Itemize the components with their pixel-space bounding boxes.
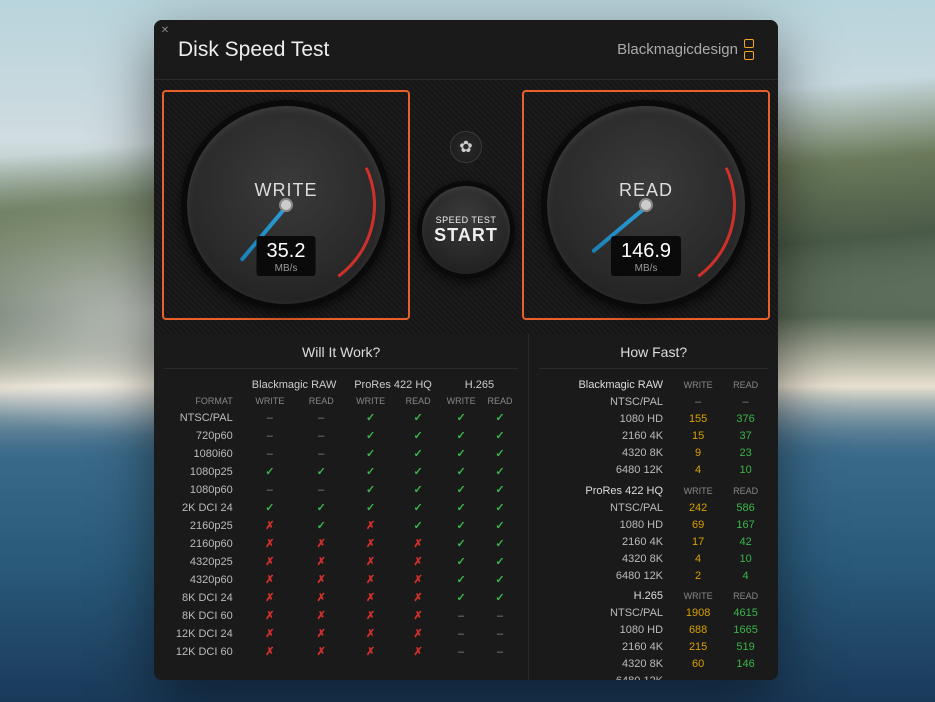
table-row: NTSC/PAL242586 xyxy=(539,499,768,516)
table-row: 1080 HD6881665 xyxy=(539,622,768,639)
will-panel-title: Will It Work? xyxy=(164,334,518,369)
will-it-work-panel: Will It Work? Blackmagic RAWProRes 422 H… xyxy=(154,334,528,680)
start-button-subtitle: SPEED TEST xyxy=(436,215,497,225)
table-row: NTSC/PAL–– xyxy=(539,394,768,411)
table-row: 4320 8K60146 xyxy=(539,656,768,673)
write-value-box: 35.2 MB/s xyxy=(257,236,316,276)
table-row: 4320p25✗✗✗✗✓✓ xyxy=(164,553,518,571)
close-button[interactable]: ✕ xyxy=(158,24,172,38)
read-value-box: 146.9 MB/s xyxy=(611,236,681,276)
gauge-panel: WRITE 35.2 MB/s ✿ SPEED TEST START READ xyxy=(154,80,778,334)
brand-text: Blackmagicdesign xyxy=(617,41,738,58)
write-gauge: WRITE 35.2 MB/s xyxy=(181,100,391,310)
table-row: 2160 4K1537 xyxy=(539,428,768,445)
app-title: Disk Speed Test xyxy=(178,38,329,62)
table-row: 2K DCI 24✓✓✓✓✓✓ xyxy=(164,499,518,517)
read-gauge: READ 146.9 MB/s xyxy=(541,100,751,310)
table-row: 12K DCI 60✗✗✗✗–– xyxy=(164,643,518,661)
gear-icon: ✿ xyxy=(459,137,472,157)
read-value: 146.9 xyxy=(621,240,671,263)
table-row: 1080 HD69167 xyxy=(539,516,768,533)
table-row: 2160p60✗✗✗✗✓✓ xyxy=(164,535,518,553)
table-row: 1080p25✓✓✓✓✓✓ xyxy=(164,463,518,481)
app-window: ✕ Disk Speed Test Blackmagicdesign WRITE… xyxy=(154,20,778,680)
how-fast-panel: How Fast? Blackmagic RAWWRITEREADNTSC/PA… xyxy=(528,334,778,680)
table-row: 6480 12K24 xyxy=(539,567,768,584)
how-fast-table: Blackmagic RAWWRITEREADNTSC/PAL––1080 HD… xyxy=(539,373,768,680)
table-row: 720p60––✓✓✓✓ xyxy=(164,427,518,445)
table-row: 1080 HD155376 xyxy=(539,411,768,428)
read-unit: MB/s xyxy=(621,263,671,274)
results-tables: Will It Work? Blackmagic RAWProRes 422 H… xyxy=(154,334,778,680)
table-row: 8K DCI 60✗✗✗✗–– xyxy=(164,607,518,625)
header: Disk Speed Test Blackmagicdesign xyxy=(154,20,778,80)
write-gauge-frame: WRITE 35.2 MB/s xyxy=(162,90,410,320)
table-row: 2160p25✗✓✗✓✓✓ xyxy=(164,517,518,535)
table-row: NTSC/PAL19084615 xyxy=(539,605,768,622)
table-row: NTSC/PAL––✓✓✓✓ xyxy=(164,409,518,427)
table-row: 6480 12K410 xyxy=(539,462,768,479)
settings-button[interactable]: ✿ xyxy=(450,131,482,163)
table-row: 1080p60––✓✓✓✓ xyxy=(164,481,518,499)
start-button-label: START xyxy=(434,225,498,246)
fast-panel-title: How Fast? xyxy=(539,334,768,369)
write-value: 35.2 xyxy=(267,240,306,263)
table-row: 6480 12K–– xyxy=(539,673,768,681)
table-row: 4320 8K410 xyxy=(539,550,768,567)
table-row: 8K DCI 24✗✗✗✗✓✓ xyxy=(164,589,518,607)
table-row: 2160 4K1742 xyxy=(539,533,768,550)
table-row: 4320p60✗✗✗✗✓✓ xyxy=(164,571,518,589)
table-row: 4320 8K923 xyxy=(539,445,768,462)
read-gauge-frame: READ 146.9 MB/s xyxy=(522,90,770,320)
table-row: 2160 4K215519 xyxy=(539,639,768,656)
brand-icon xyxy=(744,39,754,60)
brand-logo: Blackmagicdesign xyxy=(617,39,754,60)
write-unit: MB/s xyxy=(267,263,306,274)
table-row: 12K DCI 24✗✗✗✗–– xyxy=(164,625,518,643)
start-button[interactable]: SPEED TEST START xyxy=(417,181,515,279)
will-it-work-table: Blackmagic RAWProRes 422 HQH.265FORMATWR… xyxy=(164,373,518,661)
table-row: 1080i60––✓✓✓✓ xyxy=(164,445,518,463)
